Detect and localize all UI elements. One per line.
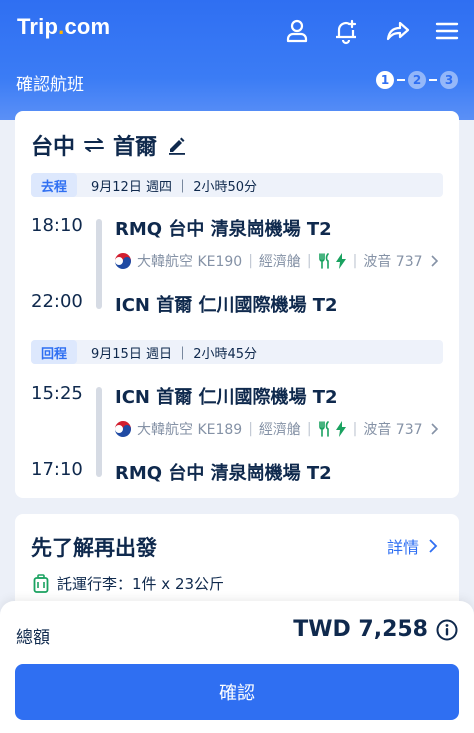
round-trip-icon (83, 137, 105, 153)
korean-air-logo (115, 421, 131, 437)
baggage-allowance: 託運行李：1件 x 23公斤 (33, 573, 224, 594)
outbound-flight-info[interactable]: 大韓航空 KE190 | 經濟艙 | | 波音 737 (115, 251, 441, 271)
chevron-right-icon (430, 423, 438, 435)
return-depart-time: 15:25 (31, 383, 83, 404)
total-label: 總額 (16, 628, 50, 648)
step-1: 1 (376, 71, 394, 89)
checkout-panel: 總額 TWD 7,258 確認 (0, 601, 474, 733)
chevron-right-icon (429, 539, 438, 553)
amenities (318, 253, 347, 269)
divider: | (306, 421, 312, 437)
return-tag: 回程 (31, 340, 78, 364)
share-icon[interactable] (384, 17, 412, 45)
outbound-depart-airport: RMQ 台中 清泉崗機場 T2 (115, 219, 332, 240)
return-aircraft: 波音 737 (363, 422, 423, 438)
luggage-icon (33, 573, 49, 593)
chevron-right-icon (430, 255, 438, 267)
return-timeline (96, 387, 102, 477)
divider: | (306, 253, 312, 269)
outbound-summary: 9月12日 週四 ｜ 2小時50分 (91, 179, 258, 195)
account-icon[interactable] (283, 17, 311, 45)
return-leg-header: 回程 9月15日 週日 ｜ 2小時45分 (31, 340, 443, 364)
meal-icon (318, 253, 329, 269)
divider: | (352, 421, 358, 437)
travel-info-card: 先了解再出發 詳情 託運行李：1件 x 23公斤 (15, 514, 459, 614)
origin-city: 台中 (31, 135, 76, 160)
divider: | (352, 253, 358, 269)
outbound-arrive-time: 22:00 (31, 291, 83, 312)
baggage-text: 託運行李：1件 x 23公斤 (57, 575, 225, 593)
app-header: Trip.com 確認航班 1 2 3 (0, 0, 474, 120)
trip-logo[interactable]: Trip.com (17, 14, 110, 40)
edit-icon[interactable] (167, 135, 187, 155)
menu-icon[interactable] (433, 17, 461, 45)
return-summary: 9月15日 週日 ｜ 2小時45分 (91, 346, 258, 362)
return-depart-airport: ICN 首爾 仁川國際機場 T2 (115, 387, 338, 408)
return-flight-info[interactable]: 大韓航空 KE189 | 經濟艙 | | 波音 737 (115, 419, 441, 439)
outbound-aircraft: 波音 737 (363, 254, 423, 270)
route-title: 台中 首爾 (31, 129, 187, 161)
power-icon (335, 253, 346, 269)
outbound-tag: 去程 (31, 173, 78, 197)
outbound-arrive-airport: ICN 首爾 仁川國際機場 T2 (115, 295, 338, 316)
outbound-leg-header: 去程 9月12日 週四 ｜ 2小時50分 (31, 173, 443, 197)
total-price-value: TWD 7,258 (293, 617, 428, 642)
return-cabin: 經濟艙 (258, 422, 301, 438)
notification-bell-icon[interactable] (332, 17, 360, 45)
step-separator (429, 79, 437, 81)
divider: | (248, 421, 253, 437)
korean-air-logo (115, 253, 131, 269)
total-price[interactable]: TWD 7,258 (293, 617, 458, 642)
info-icon[interactable] (436, 619, 458, 641)
outbound-airline: 大韓航空 KE190 (137, 254, 243, 270)
step-separator (397, 79, 405, 81)
outbound-cabin: 經濟艙 (258, 254, 301, 270)
amenities (318, 421, 347, 437)
destination-city: 首爾 (113, 135, 158, 160)
step-indicator: 1 2 3 (376, 71, 458, 89)
travel-info-title: 先了解再出發 (31, 536, 157, 560)
power-icon (335, 421, 346, 437)
step-2: 2 (408, 71, 426, 89)
page-title: 確認航班 (16, 75, 84, 95)
return-arrive-airport: RMQ 台中 清泉崗機場 T2 (115, 463, 332, 484)
details-link[interactable]: 詳情 (387, 534, 441, 558)
return-airline: 大韓航空 KE189 (137, 422, 243, 438)
details-link-label: 詳情 (386, 538, 419, 557)
return-arrive-time: 17:10 (31, 459, 83, 480)
confirm-button[interactable]: 確認 (15, 664, 459, 720)
outbound-depart-time: 18:10 (31, 215, 83, 236)
step-3: 3 (440, 71, 458, 89)
outbound-timeline (96, 219, 102, 309)
sub-bar: 確認航班 1 2 3 (0, 62, 474, 98)
top-bar: Trip.com (0, 0, 474, 60)
divider: | (248, 253, 253, 269)
flight-summary-card: 台中 首爾 去程 9月12日 週四 ｜ 2小時50分 18:10 RMQ 台中 … (15, 111, 459, 498)
meal-icon (318, 421, 329, 437)
